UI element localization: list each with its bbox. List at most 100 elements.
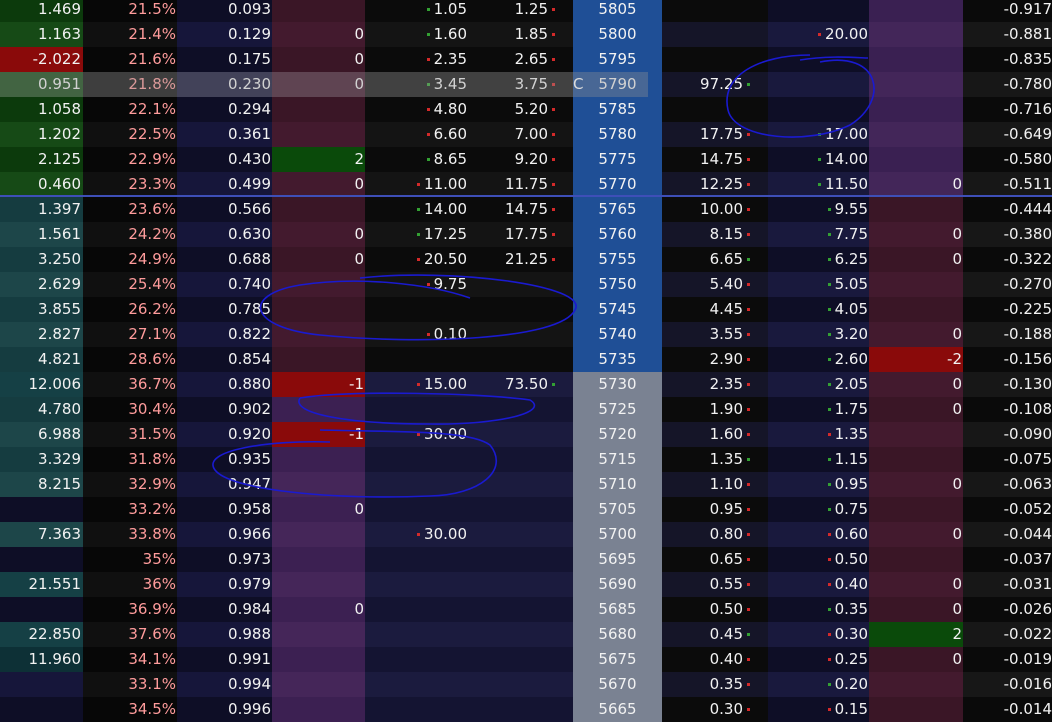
chain-row[interactable]: 4.780 30.4% 0.902 5725 1.90 1.75 0 -0.108 [0,397,1052,422]
cell-call-ask[interactable] [468,322,573,347]
cell-call-bid[interactable] [365,297,468,322]
cell-put-ask[interactable]: 0.40 [768,572,869,597]
chain-row[interactable]: 6.988 31.5% 0.920 -1 30.00 5720 1.60 1.35 -0.090 [0,422,1052,447]
cell-call-bid[interactable] [365,597,468,622]
cell-put-ask[interactable]: 20.00 [768,22,869,47]
cell-call-bid[interactable]: 14.00 [365,197,468,222]
cell-put-bid[interactable]: 0.30 [662,697,768,722]
cell-put-bid[interactable]: 2.35 [662,372,768,397]
cell-put-ask[interactable]: 0.35 [768,597,869,622]
cell-call-bid[interactable] [365,497,468,522]
cell-call-bid[interactable]: 30.00 [365,422,468,447]
chain-row[interactable]: 2.629 25.4% 0.740 9.75 5750 5.40 5.05 -0.270 [0,272,1052,297]
cell-call-bid[interactable]: 1.60 [365,22,468,47]
cell-put-bid[interactable]: 6.65 [662,247,768,272]
cell-put-bid[interactable]: 0.80 [662,522,768,547]
chain-row[interactable]: 3.250 24.9% 0.688 0 20.50 21.25 5755 6.65 6.25 0 -… [0,247,1052,272]
cell-call-ask[interactable] [468,422,573,447]
chain-row[interactable]: 1.058 22.1% 0.294 4.80 5.20 5785 -0.716 [0,97,1052,122]
cell-call-ask[interactable] [468,597,573,622]
chain-row[interactable]: 1.469 21.5% 0.093 1.05 1.25 5805 -0.917 [0,0,1052,22]
cell-put-bid[interactable] [662,22,768,47]
cell-call-ask[interactable] [468,572,573,597]
cell-put-bid[interactable] [662,0,768,22]
chain-row[interactable]: 2.827 27.1% 0.822 0.10 5740 3.55 3.20 0 -0.188 [0,322,1052,347]
cell-put-ask[interactable]: 0.20 [768,672,869,697]
cell-call-ask[interactable] [468,547,573,572]
cell-call-ask[interactable]: 17.75 [468,222,573,247]
cell-call-ask[interactable]: 11.75 [468,172,573,197]
cell-put-ask[interactable]: 0.50 [768,547,869,572]
cell-call-ask[interactable] [468,497,573,522]
cell-call-ask[interactable]: 1.85 [468,22,573,47]
cell-put-bid[interactable]: 4.45 [662,297,768,322]
cell-put-ask[interactable]: 0.75 [768,497,869,522]
cell-call-bid[interactable]: 3.45 [365,72,468,97]
cell-call-bid[interactable]: 1.05 [365,0,468,22]
cell-put-bid[interactable]: 5.40 [662,272,768,297]
cell-put-ask[interactable]: 6.25 [768,247,869,272]
chain-row[interactable]: 21.551 36% 0.979 5690 0.55 0.40 0 -0.031 [0,572,1052,597]
cell-call-bid[interactable] [365,647,468,672]
cell-put-ask[interactable]: 0.60 [768,522,869,547]
chain-row[interactable]: -2.022 21.6% 0.175 0 2.35 2.65 5795 -0.835 [0,47,1052,72]
cell-call-ask[interactable] [468,297,573,322]
cell-call-ask[interactable]: 5.20 [468,97,573,122]
cell-put-ask[interactable] [768,0,869,22]
cell-call-bid[interactable] [365,397,468,422]
cell-put-bid[interactable]: 1.60 [662,422,768,447]
chain-row[interactable]: 33.1% 0.994 5670 0.35 0.20 -0.016 [0,672,1052,697]
chain-row[interactable]: 35% 0.973 5695 0.65 0.50 -0.037 [0,547,1052,572]
cell-call-bid[interactable]: 9.75 [365,272,468,297]
chain-row[interactable]: 2.125 22.9% 0.430 2 8.65 9.20 5775 14.75 14.00 -0… [0,147,1052,172]
cell-call-bid[interactable]: 0.10 [365,322,468,347]
cell-call-bid[interactable]: 8.65 [365,147,468,172]
cell-call-ask[interactable] [468,472,573,497]
cell-put-bid[interactable]: 97.25 [662,72,768,97]
chain-row[interactable]: 8.215 32.9% 0.947 5710 1.10 0.95 0 -0.063 [0,472,1052,497]
cell-call-ask[interactable]: 2.65 [468,47,573,72]
chain-row[interactable]: 1.202 22.5% 0.361 6.60 7.00 5780 17.75 17.00 -0.… [0,122,1052,147]
chain-row[interactable]: 3.329 31.8% 0.935 5715 1.35 1.15 -0.075 [0,447,1052,472]
cell-put-ask[interactable]: 3.20 [768,322,869,347]
chain-row[interactable]: 0.951 21.8% 0.230 0 3.45 3.75 5790 97.25 -0.780 [0,72,1052,97]
cell-call-ask[interactable] [468,622,573,647]
chain-row[interactable]: 22.850 37.6% 0.988 5680 0.45 0.30 2 -0.022 [0,622,1052,647]
chain-row[interactable]: 12.006 36.7% 0.880 -1 15.00 73.50 5730 2.35 2.05… [0,372,1052,397]
cell-put-bid[interactable]: 1.35 [662,447,768,472]
cell-call-ask[interactable] [468,397,573,422]
cell-put-ask[interactable]: 4.05 [768,297,869,322]
chain-row[interactable]: 34.5% 0.996 5665 0.30 0.15 -0.014 [0,697,1052,722]
cell-put-bid[interactable]: 0.95 [662,497,768,522]
cell-call-ask[interactable] [468,672,573,697]
chain-row[interactable]: 11.960 34.1% 0.991 5675 0.40 0.25 0 -0.019 [0,647,1052,672]
cell-put-ask[interactable] [768,97,869,122]
chain-row[interactable]: 33.2% 0.958 0 5705 0.95 0.75 -0.052 [0,497,1052,522]
cell-put-bid[interactable]: 2.90 [662,347,768,372]
cell-put-bid[interactable]: 1.10 [662,472,768,497]
cell-put-ask[interactable]: 2.60 [768,347,869,372]
cell-put-ask[interactable] [768,47,869,72]
cell-put-ask[interactable]: 0.25 [768,647,869,672]
cell-call-bid[interactable]: 17.25 [365,222,468,247]
chain-row[interactable]: 1.397 23.6% 0.566 14.00 14.75 5765 10.00 9.55 -0… [0,197,1052,222]
cell-call-bid[interactable] [365,547,468,572]
cell-call-ask[interactable]: 14.75 [468,197,573,222]
cell-call-ask[interactable] [468,647,573,672]
cell-put-ask[interactable]: 17.00 [768,122,869,147]
cell-put-bid[interactable] [662,97,768,122]
cell-put-ask[interactable]: 0.95 [768,472,869,497]
cell-call-ask[interactable]: 3.75 [468,72,573,97]
cell-call-bid[interactable] [365,672,468,697]
cell-call-ask[interactable]: 1.25 [468,0,573,22]
cell-put-bid[interactable]: 3.55 [662,322,768,347]
chain-row[interactable]: 36.9% 0.984 0 5685 0.50 0.35 0 -0.026 [0,597,1052,622]
chain-row[interactable]: 0.460 23.3% 0.499 0 11.00 11.75 5770 12.25 11.50… [0,172,1052,197]
cell-call-bid[interactable]: 2.35 [365,47,468,72]
cell-put-bid[interactable]: 17.75 [662,122,768,147]
cell-put-ask[interactable]: 2.05 [768,372,869,397]
cell-put-ask[interactable] [768,72,869,97]
cell-call-bid[interactable]: 30.00 [365,522,468,547]
cell-put-ask[interactable]: 14.00 [768,147,869,172]
cell-put-ask[interactable]: 1.15 [768,447,869,472]
